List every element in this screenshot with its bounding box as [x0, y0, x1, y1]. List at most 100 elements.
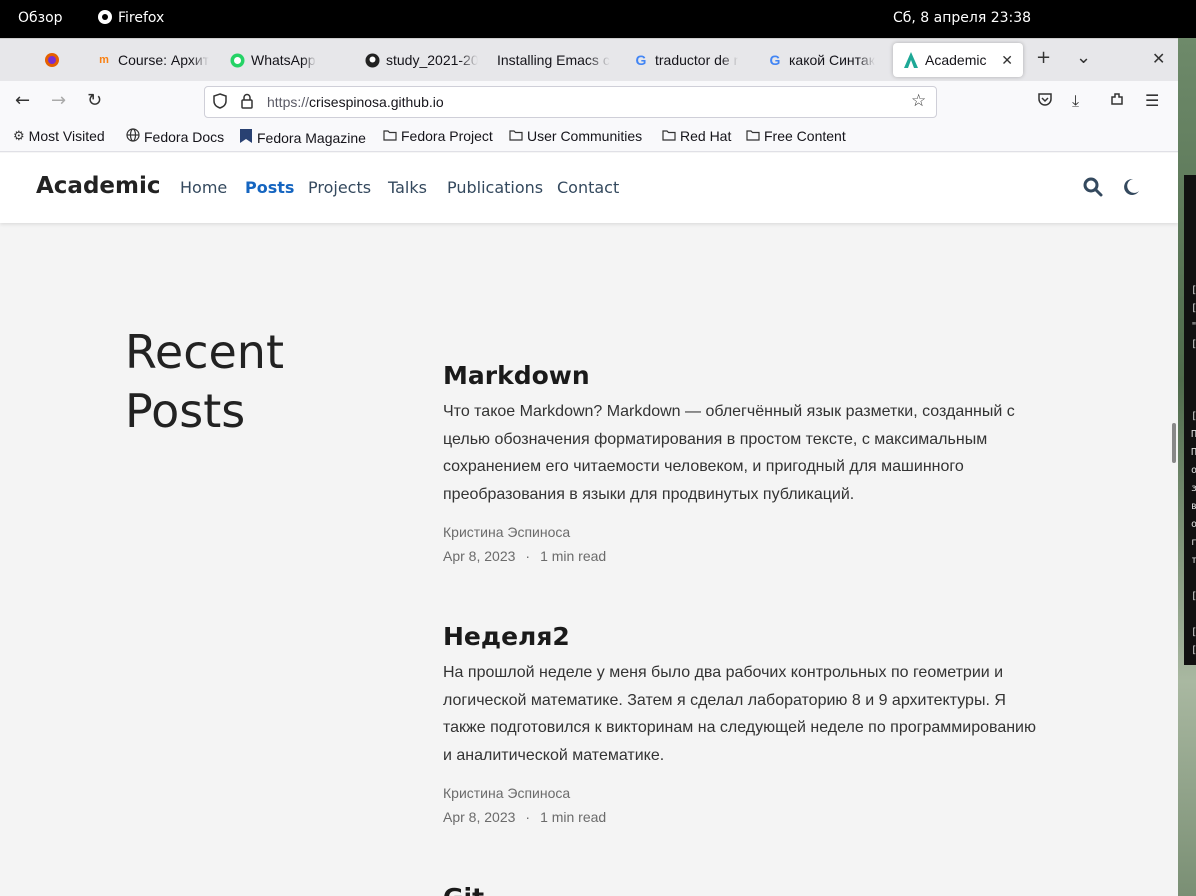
pocket-icon[interactable] — [1037, 91, 1053, 111]
tab-label: Course: Архит — [118, 52, 210, 68]
system-top-bar: Обзор Firefox Сб, 8 апреля 23:38 — [0, 0, 1196, 38]
menu-icon[interactable]: ☰ — [1145, 91, 1159, 110]
tab-label: Academic — [925, 52, 987, 68]
post-meta: Apr 8, 2023 · 1 min read — [443, 548, 607, 565]
bookmark-star-icon[interactable]: ☆ — [911, 91, 926, 111]
gear-icon: ⚙ — [13, 128, 25, 143]
folder-icon — [746, 129, 760, 144]
bookmark-folder-red-hat[interactable]: Red Hat — [662, 128, 731, 144]
tab-label: traductor de r — [655, 52, 739, 68]
bookmark-label: Most Visited — [28, 128, 105, 144]
nav-contact[interactable]: Contact — [557, 178, 619, 197]
app-name: Firefox — [118, 10, 165, 26]
bookmarks-toolbar: ⚙ Most Visited Fedora Docs Fedora Magazin… — [0, 123, 1178, 152]
folder-icon — [383, 129, 397, 144]
bookmark-fedora-docs[interactable]: Fedora Docs — [126, 128, 224, 145]
google-icon: G — [635, 52, 647, 68]
bookmark-label: Free Content — [764, 128, 846, 144]
url-host: crisespinosa.github.io — [309, 94, 444, 110]
tab-strip: m Course: Архит WhatsApp study_2021-20 I… — [0, 39, 1178, 81]
back-button[interactable]: ← — [15, 90, 30, 111]
post-meta: Apr 8, 2023 · 1 min read — [443, 809, 607, 826]
tab-label: WhatsApp — [251, 52, 316, 68]
terminal-window-edge[interactable]: [["[ [ППо звог т[[[ — [1184, 175, 1196, 665]
post-author[interactable]: Кристина Эспиноса — [443, 785, 1043, 801]
nav-publications[interactable]: Publications — [447, 178, 543, 197]
post-summary: Что такое Markdown? Markdown — облегчённ… — [443, 403, 1015, 503]
moodle-icon: m — [99, 54, 109, 66]
post-read-time: 1 min read — [540, 809, 607, 826]
post-title[interactable]: Git — [443, 883, 1043, 896]
tab-github[interactable]: study_2021-20 — [364, 43, 478, 77]
reload-button[interactable]: ↻ — [87, 90, 102, 111]
navigation-toolbar: ← → ↻ https://crisespinosa.github.io ☆ ⤓… — [0, 81, 1178, 123]
firefox-icon — [98, 10, 112, 24]
bookmark-most-visited[interactable]: ⚙ Most Visited — [13, 128, 105, 144]
scrollbar-thumb[interactable] — [1172, 423, 1176, 463]
folder-icon — [662, 129, 676, 144]
app-menu[interactable]: Firefox — [98, 10, 164, 26]
bookmark-folder-fedora-project[interactable]: Fedora Project — [383, 128, 493, 144]
bookmark-folder-free-content[interactable]: Free Content — [746, 128, 846, 144]
page-title-line: Recent — [125, 325, 284, 379]
firefox-window: m Course: Архит WhatsApp study_2021-20 I… — [0, 38, 1178, 896]
shield-icon[interactable] — [213, 93, 227, 113]
academic-icon — [903, 52, 919, 68]
close-tab-icon[interactable]: ✕ — [1001, 52, 1013, 69]
search-icon[interactable] — [1083, 177, 1103, 197]
tab-whatsapp[interactable]: WhatsApp — [229, 43, 349, 77]
lock-icon[interactable] — [241, 93, 253, 113]
post-item: Markdown Что такое Markdown? Markdown — … — [443, 361, 1043, 564]
whatsapp-icon — [229, 52, 245, 68]
google-icon: G — [769, 52, 781, 68]
activities-button[interactable]: Обзор — [18, 10, 63, 26]
clock[interactable]: Сб, 8 апреля 23:38 — [893, 10, 1031, 26]
url-bar[interactable]: https://crisespinosa.github.io ☆ — [204, 86, 937, 118]
nav-talks[interactable]: Talks — [388, 178, 427, 197]
tab-label: Installing Emacs c — [497, 52, 610, 68]
page-title: Recent Posts — [125, 323, 284, 441]
forward-button[interactable]: → — [51, 90, 66, 111]
tab-label: какой Синтак — [789, 52, 875, 68]
post-item: Неделя2 На прошлой неделе у меня было дв… — [443, 622, 1043, 825]
new-tab-button[interactable]: + — [1036, 47, 1051, 68]
moon-icon[interactable] — [1121, 177, 1141, 197]
url-text[interactable]: https://crisespinosa.github.io — [267, 94, 444, 110]
tab-academic[interactable]: Academic ✕ — [893, 43, 1023, 77]
nav-home[interactable]: Home — [180, 178, 227, 197]
post-title[interactable]: Неделя2 — [443, 622, 1043, 651]
post-summary: На прошлой неделе у меня было два рабочи… — [443, 664, 1036, 764]
post-item: Git — [443, 883, 1043, 896]
bookmark-label: Fedora Docs — [144, 128, 225, 145]
tab-label: study_2021-20 — [386, 52, 478, 68]
site-navbar: Academic Home Posts Projects Talks Publi… — [0, 153, 1178, 223]
github-icon — [364, 52, 380, 68]
tab-emacs[interactable]: Installing Emacs c — [497, 43, 617, 77]
close-window-button[interactable]: ✕ — [1152, 49, 1165, 68]
web-page: Academic Home Posts Projects Talks Publi… — [0, 153, 1178, 896]
firefox-icon — [44, 52, 60, 68]
bookmark-folder-user-communities[interactable]: User Communities — [509, 128, 642, 144]
post-title[interactable]: Markdown — [443, 361, 1043, 390]
tab-traductor[interactable]: G traductor de r — [633, 43, 751, 77]
post-author[interactable]: Кристина Эспиноса — [443, 524, 1043, 540]
globe-icon — [126, 128, 140, 145]
tab-google-search[interactable]: G какой Синтак — [767, 43, 885, 77]
site-brand[interactable]: Academic — [36, 173, 161, 199]
list-tabs-button[interactable]: ⌄ — [1076, 47, 1091, 68]
post-date: Apr 8, 2023 — [443, 809, 516, 826]
fm-icon — [239, 128, 253, 147]
post-date: Apr 8, 2023 — [443, 548, 516, 565]
bookmark-fedora-magazine[interactable]: Fedora Magazine — [239, 128, 366, 147]
bookmark-label: User Communities — [527, 128, 643, 144]
bookmark-label: Red Hat — [680, 128, 732, 144]
tab-pinned-firefox[interactable] — [44, 43, 76, 77]
tab-course[interactable]: m Course: Архит — [96, 43, 214, 77]
nav-posts[interactable]: Posts — [245, 178, 294, 197]
extensions-icon[interactable] — [1109, 91, 1125, 111]
downloads-icon[interactable]: ⤓ — [1072, 91, 1079, 111]
bookmark-label: Fedora Magazine — [257, 129, 366, 146]
folder-icon — [509, 129, 523, 144]
nav-projects[interactable]: Projects — [308, 178, 371, 197]
url-scheme: https:// — [267, 94, 310, 110]
